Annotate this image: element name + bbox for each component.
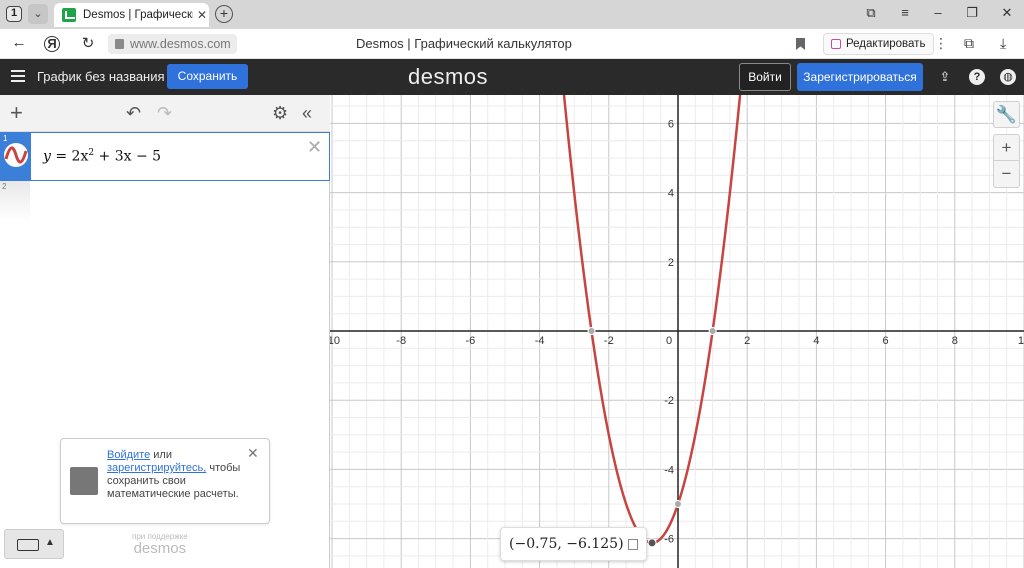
chevron-down-icon[interactable]: ⌄ — [28, 4, 48, 24]
url-field[interactable]: www.desmos.com — [108, 34, 237, 54]
y-tick-label: 2 — [668, 257, 674, 269]
login-link[interactable]: Войдите — [107, 449, 150, 461]
lock-icon — [115, 39, 124, 49]
help-icon[interactable]: ? — [969, 69, 985, 85]
x-tick-label: -2 — [604, 335, 614, 347]
expression-row[interactable]: 1 y = 2x2 + 3x − 5 ✕ — [0, 132, 330, 181]
gear-icon[interactable]: ⚙ — [272, 103, 288, 124]
expression-toolbar: + ↶ ↷ ⚙ « — [0, 95, 330, 132]
desmos-header: График без названия Сохранить desmos Вой… — [0, 59, 1024, 95]
y-tick-label: -2 — [664, 395, 674, 407]
save-button[interactable]: Сохранить — [167, 64, 248, 89]
signup-link[interactable]: зарегистрируйтесь, — [107, 462, 206, 474]
expression-input[interactable]: y = 2x2 + 3x − 5 — [43, 148, 161, 165]
x-tick-label: -6 — [466, 335, 476, 347]
zoom-controls: 🔧 + − — [993, 101, 1020, 188]
tab-title: Desmos | Графический — [83, 9, 193, 21]
expression-rhs-a: = 2x — [50, 148, 89, 165]
browser-tab-strip: 1 ⌄ Desmos | Графический ✕ + ⧉ ≡ – ❐ ✕ — [0, 0, 1024, 29]
intercept-point — [674, 500, 682, 508]
collections-icon[interactable]: ⧉ — [862, 5, 880, 21]
empty-expression-row[interactable]: 2 — [0, 181, 30, 221]
more-icon[interactable]: ⋮ — [934, 35, 948, 52]
graph-color-icon[interactable] — [4, 143, 28, 167]
redo-icon[interactable]: ↷ — [157, 103, 172, 124]
vertex-point — [647, 538, 657, 548]
page-title: Desmos | Графический калькулятор — [356, 36, 572, 51]
keyboard-toggle-button[interactable]: ▲ — [4, 529, 64, 559]
x-tick-label: 10 — [1018, 335, 1024, 347]
url-text: www.desmos.com — [130, 37, 231, 51]
share-icon[interactable]: ⇪ — [937, 69, 953, 85]
globe-icon[interactable]: ◍ — [1000, 69, 1016, 85]
point-coordinate-label[interactable]: (−0.75, −6.125) — [500, 527, 647, 561]
copy-icon[interactable] — [627, 538, 638, 550]
yandex-icon[interactable]: Я — [44, 36, 60, 52]
hamburger-menu-icon[interactable] — [11, 70, 25, 82]
x-tick-label: -8 — [396, 335, 406, 347]
close-icon[interactable]: ✕ — [197, 8, 207, 22]
extensions-icon[interactable]: ⧉ — [964, 35, 974, 52]
y-tick-label: -6 — [664, 534, 674, 546]
expression-rhs-b: + 3x − 5 — [94, 148, 162, 165]
x-tick-label: 8 — [952, 335, 958, 347]
bookmark-icon[interactable] — [796, 38, 805, 50]
tab-count-badge[interactable]: 1 — [6, 6, 22, 22]
x-tick-label: 0 — [666, 335, 672, 347]
restore-icon[interactable]: ❐ — [963, 5, 981, 21]
expression-y: y — [43, 148, 51, 165]
desmos-logo: desmos — [408, 64, 489, 89]
point-coordinates: (−0.75, −6.125) — [509, 536, 624, 552]
promo-or: или — [150, 449, 172, 461]
menu-icon[interactable]: ≡ — [896, 5, 914, 20]
signup-button[interactable]: Зарегистрироваться — [797, 63, 923, 91]
x-tick-label: 6 — [883, 335, 889, 347]
pencil-icon — [831, 39, 841, 49]
y-tick-label: -4 — [664, 464, 674, 476]
desmos-favicon-icon — [62, 8, 76, 22]
close-window-icon[interactable]: ✕ — [998, 5, 1016, 21]
graph-canvas[interactable]: -10 -8 -6 -4 -2 0 2 4 6 8 10 6 4 2 -2 -4 -6 — [330, 95, 1024, 568]
keyboard-icon — [17, 539, 39, 551]
edit-label: Редактировать — [846, 38, 926, 50]
expression-panel: + ↶ ↷ ⚙ « 1 y = 2x2 + 3x − 5 ✕ 2 Войдите… — [0, 95, 330, 568]
powered-by-logo: desmos — [133, 540, 187, 557]
y-tick-label: 4 — [668, 188, 674, 200]
collapse-panel-icon[interactable]: « — [302, 103, 312, 124]
zoom-in-button[interactable]: + — [993, 134, 1020, 161]
graph-title[interactable]: График без названия — [37, 69, 165, 84]
back-arrow-icon[interactable]: ← — [9, 34, 29, 51]
y-tick-label: 6 — [668, 118, 674, 130]
reload-icon[interactable]: ↻ — [78, 34, 98, 52]
intercept-point — [587, 327, 596, 335]
expression-number: 1 — [3, 134, 8, 143]
x-tick-label: 2 — [744, 335, 750, 347]
new-tab-button[interactable]: + — [215, 5, 233, 23]
login-button[interactable]: Войти — [739, 63, 791, 91]
signup-promo: Войдите или зарегистрируйтесь, чтобы сох… — [60, 438, 270, 524]
address-bar: ← Я ↻ www.desmos.com Desmos | Графически… — [0, 29, 1024, 59]
browser-tab[interactable]: Desmos | Графический ✕ — [54, 3, 209, 27]
x-tick-label: -10 — [330, 335, 340, 347]
zoom-out-button[interactable]: − — [993, 161, 1020, 188]
minimize-icon[interactable]: – — [929, 5, 947, 20]
x-tick-label: -4 — [535, 335, 545, 347]
powered-by-desmos: при поддержке desmos — [132, 532, 188, 557]
x-tick-label: 4 — [813, 335, 819, 347]
expression-gutter: 1 — [1, 133, 31, 180]
download-icon[interactable]: ⤓ — [1000, 35, 1006, 52]
add-expression-icon[interactable]: + — [10, 100, 23, 126]
undo-icon[interactable]: ↶ — [126, 103, 141, 124]
edit-button[interactable]: Редактировать — [823, 33, 935, 55]
intercept-point — [708, 327, 717, 335]
close-icon[interactable]: ✕ — [247, 445, 259, 462]
graph-settings-wrench-icon[interactable]: 🔧 — [993, 101, 1020, 128]
delete-expression-icon[interactable]: ✕ — [307, 137, 322, 158]
chevron-up-icon: ▲ — [45, 537, 55, 548]
graph-paper[interactable]: -10 -8 -6 -4 -2 0 2 4 6 8 10 6 4 2 -2 -4 -6 — [330, 95, 1024, 568]
graph-thumbnail-icon — [70, 467, 98, 495]
expression-number: 2 — [2, 182, 7, 191]
promo-text: Войдите или зарегистрируйтесь, чтобы сох… — [107, 449, 257, 501]
